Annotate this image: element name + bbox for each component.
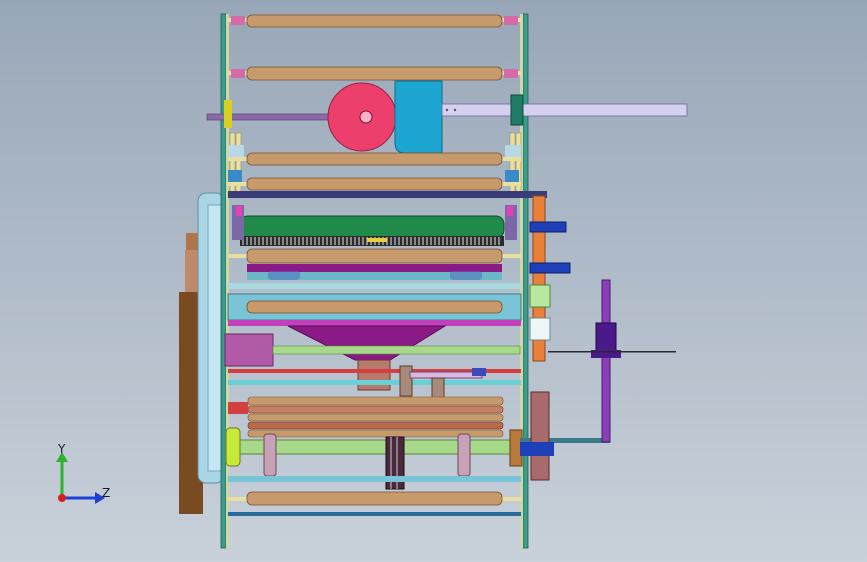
roller-top-1 — [228, 14, 521, 28]
roller-bottom — [228, 476, 521, 516]
right-upright-post — [548, 279, 676, 443]
cad-viewport[interactable]: Y Z — [0, 0, 867, 562]
roller-6 — [227, 283, 522, 321]
discharge-hopper — [224, 320, 521, 391]
right-side-drives — [529, 195, 571, 362]
right-side-frame — [520, 13, 529, 549]
left-side-frame — [220, 13, 229, 549]
carding-roller — [232, 205, 517, 246]
roller-5 — [228, 248, 521, 280]
cross-plate — [228, 191, 521, 198]
y-axis-label: Y — [57, 442, 66, 456]
coordinate-triad: Y Z — [56, 442, 110, 504]
left-outer-panel — [179, 192, 225, 514]
x-axis-dot — [58, 494, 66, 502]
roller-top-2 — [228, 66, 521, 81]
roller-3 — [228, 152, 521, 166]
draw-roller-bundle — [228, 396, 504, 438]
machine-assembly-front-view[interactable] — [0, 0, 867, 562]
z-axis-label: Z — [102, 486, 110, 500]
roller-4 — [228, 177, 521, 191]
drive-shaft-assembly — [206, 80, 688, 154]
